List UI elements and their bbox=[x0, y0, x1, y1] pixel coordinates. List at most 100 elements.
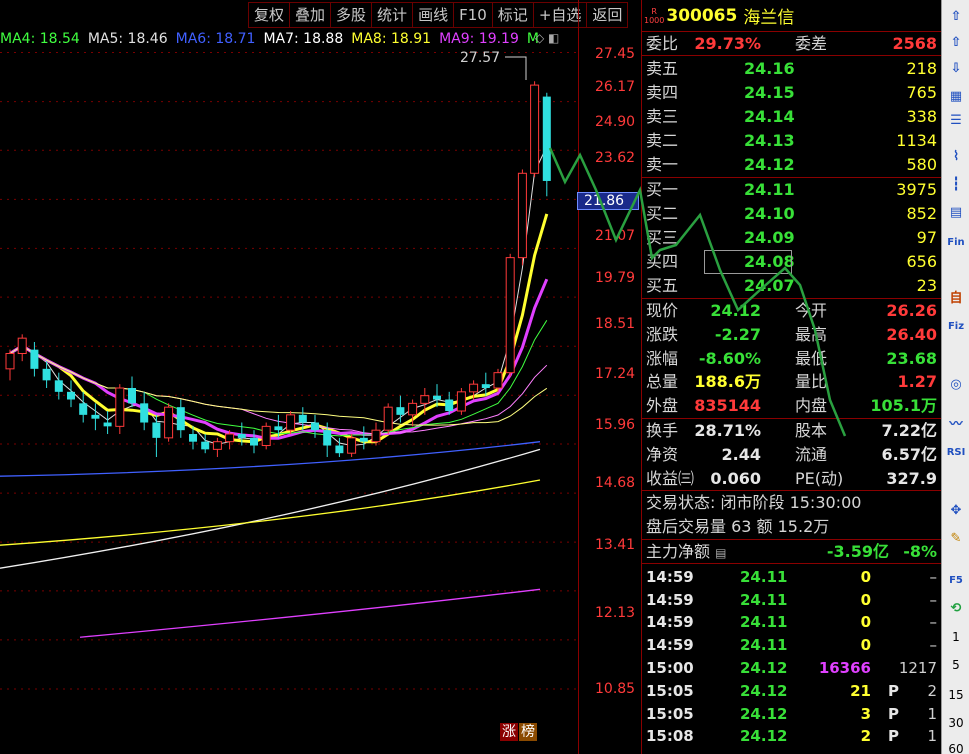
main-flow-row[interactable]: 主力净额 ▤ -3.59亿 -8% bbox=[642, 540, 941, 564]
buy-order-row[interactable]: 买三 24.09 97 bbox=[642, 226, 941, 250]
peak-price-label: 27.57 bbox=[460, 50, 501, 66]
tick-time: 15:08 bbox=[646, 727, 694, 746]
candle-body bbox=[42, 368, 51, 381]
list-icon[interactable]: ▤ bbox=[715, 546, 726, 560]
stat-value: -8.60% bbox=[698, 348, 761, 368]
f5-icon[interactable]: F5 bbox=[944, 570, 968, 592]
period-5[interactable]: 5 bbox=[944, 658, 968, 672]
order-volume: 656 bbox=[906, 252, 937, 271]
toolbar-button[interactable]: 画线 bbox=[412, 2, 455, 28]
candle-body bbox=[493, 372, 503, 389]
menu-icon[interactable]: ▤ bbox=[944, 202, 968, 224]
order-price: 24.11 bbox=[744, 180, 795, 199]
zhang-badge[interactable]: 涨 bbox=[500, 723, 518, 741]
self-select-icon[interactable]: 自 bbox=[944, 288, 968, 310]
price-axis-label: 14.68 bbox=[595, 475, 636, 491]
candle-body bbox=[176, 407, 185, 431]
table-icon[interactable]: ▦ bbox=[944, 86, 968, 108]
fiz-icon[interactable]: Fiz bbox=[944, 316, 968, 338]
buy-order-row[interactable]: 买五 24.07 23 bbox=[642, 274, 941, 298]
arrow-up-outline-icon[interactable]: ⇧ bbox=[944, 32, 968, 54]
bang-badge[interactable]: 榜 bbox=[519, 723, 537, 741]
period-30[interactable]: 30 bbox=[944, 716, 968, 730]
tick-row[interactable]: 14:59 24.11 0 – bbox=[642, 611, 941, 634]
sell-order-row[interactable]: 卖三 24.14 338 bbox=[642, 105, 941, 129]
stat-label: 涨幅 bbox=[646, 348, 679, 368]
buy4-selection-box bbox=[704, 250, 792, 274]
toolbar-button[interactable]: 叠加 bbox=[289, 2, 332, 28]
circle-icon[interactable]: ◎ bbox=[944, 374, 968, 396]
toolbar-button[interactable]: F10 bbox=[453, 2, 493, 28]
candle-icon[interactable]: ┇ bbox=[944, 174, 968, 196]
pen-icon[interactable]: ✎ bbox=[944, 528, 968, 550]
trend-ma-line bbox=[0, 448, 541, 569]
price-axis-label: 24.90 bbox=[595, 114, 636, 130]
sell-order-row[interactable]: 卖四 24.15 765 bbox=[642, 81, 941, 105]
order-level-label: 卖一 bbox=[646, 155, 679, 174]
sell-order-row[interactable]: 卖二 24.13 1134 bbox=[642, 129, 941, 153]
stat-label: 涨跌 bbox=[646, 324, 679, 344]
move-icon[interactable]: ✥ bbox=[944, 500, 968, 522]
stat-value: 1.27 bbox=[897, 372, 937, 392]
sell-order-row[interactable]: 卖一 24.12 580 bbox=[642, 153, 941, 177]
order-price: 24.14 bbox=[744, 107, 795, 126]
tick-row[interactable]: 15:00 24.12 16366 1217 bbox=[642, 657, 941, 680]
ma-line bbox=[9, 146, 548, 447]
stats-block: 现价 24.12 今开 26.26 涨跌 -2.27 最高 26.40 涨幅 -8.60% 最低 23… bbox=[642, 299, 941, 419]
ma-legend-item: MA8: 18.91 bbox=[351, 31, 432, 47]
period-1[interactable]: 1 bbox=[944, 630, 968, 644]
fin-icon[interactable]: Fin bbox=[944, 232, 968, 254]
arrow-down-icon[interactable]: ⇩ bbox=[944, 58, 968, 80]
arrow-up-icon[interactable]: ⇧ bbox=[944, 6, 968, 28]
period-60[interactable]: 60 bbox=[944, 742, 968, 754]
buy-order-row[interactable]: 买二 24.10 852 bbox=[642, 202, 941, 226]
tick-time: 15:00 bbox=[646, 658, 694, 677]
ma-legend-item: MA5: 18.46 bbox=[87, 31, 168, 47]
tick-row[interactable]: 14:59 24.11 0 – bbox=[642, 589, 941, 612]
line-chart-icon[interactable]: ⌇ bbox=[944, 146, 968, 168]
toolbar-button[interactable]: 统计 bbox=[371, 2, 414, 28]
tool-icon-strip: ⇧ ⇧ ⇩ ▦ ☰ ⌇ ┇ ▤ Fin 自 Fiz ◎ 〰 RSI ✥ ✎ F5… bbox=[941, 0, 969, 754]
stat-label: 内盘 bbox=[795, 396, 828, 416]
toolbar-button[interactable]: 复权 bbox=[248, 2, 291, 28]
order-level-label: 卖二 bbox=[646, 131, 679, 150]
sell-order-book: 卖五 24.16 218 卖四 24.15 765 卖三 24.14 338 卖二 24.13 113… bbox=[642, 56, 941, 178]
tick-row[interactable]: 14:59 24.11 0 – bbox=[642, 566, 941, 589]
tick-row[interactable]: 15:08 24.12 2 P 1 bbox=[642, 725, 941, 748]
stock-header: R 1000 300065 海兰信 bbox=[642, 0, 941, 32]
tick-row[interactable]: 15:05 24.12 21 P 2 bbox=[642, 680, 941, 703]
tick-volume: 3 bbox=[860, 704, 871, 723]
list-icon[interactable]: ☰ bbox=[944, 110, 968, 132]
main-flow-value: -3.59亿 bbox=[826, 541, 889, 561]
sell-order-row[interactable]: 卖五 24.16 218 bbox=[642, 57, 941, 81]
legend-diamond-icon[interactable]: ◇ ◧ bbox=[535, 31, 559, 45]
candle-body bbox=[396, 407, 405, 415]
rsi-icon[interactable]: RSI bbox=[944, 442, 968, 464]
tick-volume: 0 bbox=[860, 590, 871, 609]
kline-chart-area[interactable]: 复权 叠加 多股 统计 画线 F10 标记 +自选 返回 MA4: 18.54 MA5: 18.4… bbox=[0, 0, 641, 754]
tick-row[interactable]: 14:59 24.11 0 – bbox=[642, 634, 941, 657]
order-price: 24.15 bbox=[744, 83, 795, 102]
stats2-block: 换手 28.71% 股本 7.22亿 净资 2.44 流通 6.57亿 收益㈢ 0.060 PE(动… bbox=[642, 419, 941, 492]
order-level-label: 买一 bbox=[646, 180, 679, 199]
wave-icon[interactable]: 〰 bbox=[944, 414, 968, 436]
stock-name: 海兰信 bbox=[743, 8, 795, 28]
kline-chart[interactable] bbox=[0, 0, 578, 754]
order-level-label: 卖五 bbox=[646, 59, 679, 78]
stat-value: 24.12 bbox=[710, 301, 761, 320]
ma-line bbox=[9, 278, 549, 440]
candle-body bbox=[542, 96, 551, 181]
order-volume: 3975 bbox=[896, 180, 937, 199]
tick-time: 14:59 bbox=[646, 590, 694, 609]
buy-order-row[interactable]: 买一 24.11 3975 bbox=[642, 178, 941, 202]
weicha-value: 2568 bbox=[892, 34, 937, 53]
current-price-tag: 21.86 bbox=[577, 192, 639, 210]
period-15[interactable]: 15 bbox=[944, 688, 968, 702]
toolbar-button[interactable]: 多股 bbox=[330, 2, 373, 28]
order-volume: 765 bbox=[906, 83, 937, 102]
tick-row[interactable]: 15:05 24.12 3 P 1 bbox=[642, 703, 941, 726]
candle-body bbox=[237, 434, 246, 438]
toolbar-button[interactable]: 标记 bbox=[491, 2, 534, 28]
tick-list[interactable]: 14:59 24.11 0–14:59 24.11 0–14:59 24.11 0–14:5… bbox=[642, 564, 941, 748]
refresh-icon[interactable]: ⟲ bbox=[944, 598, 968, 620]
